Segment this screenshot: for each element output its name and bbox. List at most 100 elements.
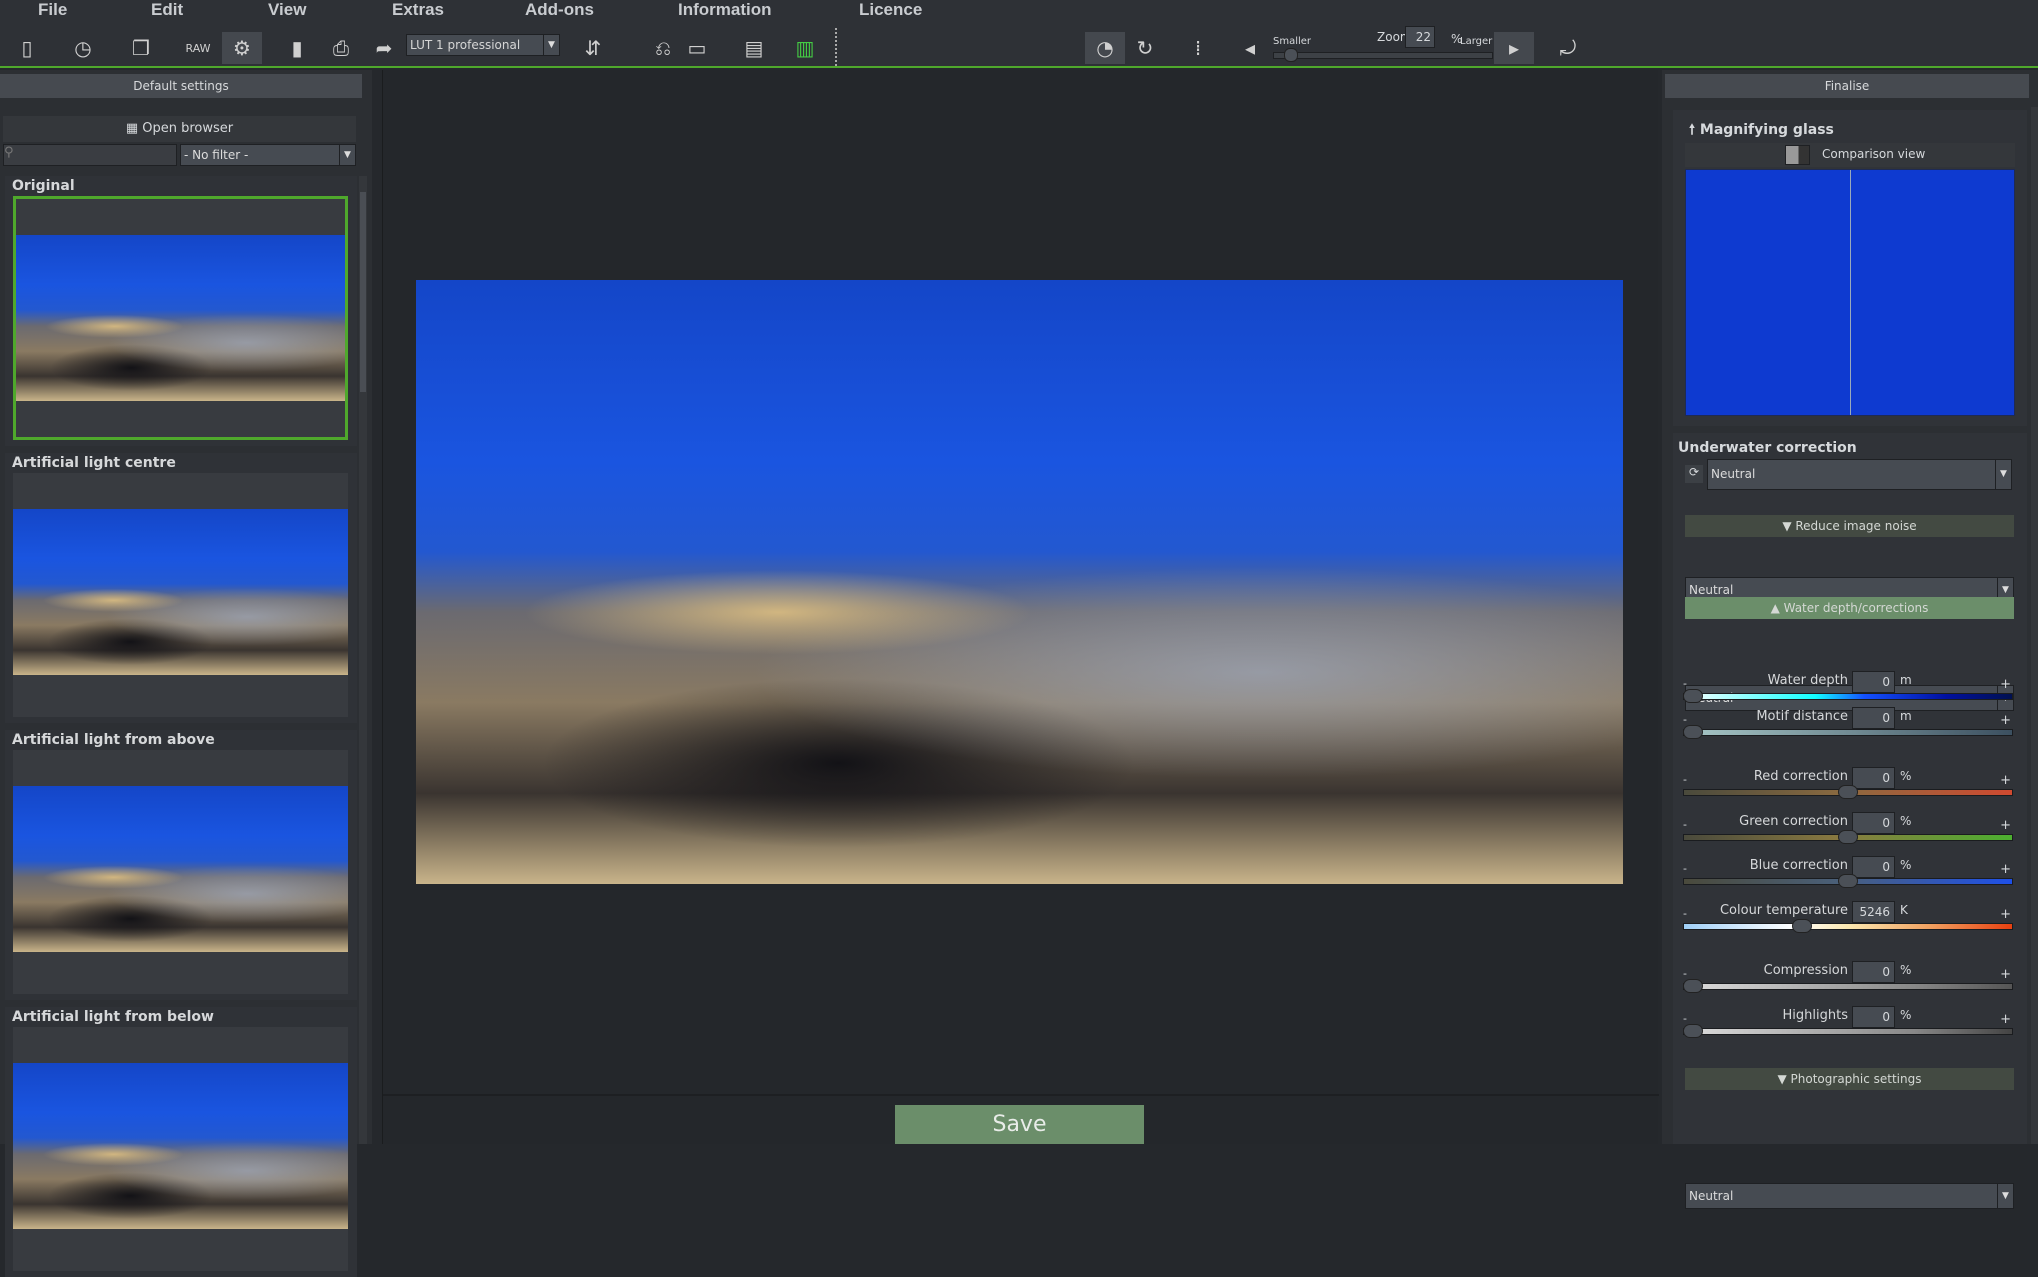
search-icon: ⚲ xyxy=(4,145,14,160)
comparison-toggle-row: Comparison view xyxy=(1685,143,2015,167)
zoom-slider[interactable] xyxy=(1273,48,1493,62)
noise-preset-value: Neutral xyxy=(1689,583,1734,597)
photo-preset-dropdown[interactable]: Neutral ▼ xyxy=(1685,1183,2014,1209)
info-icon[interactable]: ▤ xyxy=(738,32,770,64)
preset-thumbnail[interactable] xyxy=(13,750,348,994)
slider-thumb[interactable] xyxy=(1838,874,1858,888)
slider-value-input[interactable]: 0 xyxy=(1852,767,1895,789)
filter-dropdown[interactable]: - No filter - ▼ xyxy=(180,144,356,166)
slider-track[interactable] xyxy=(1683,923,2013,930)
apply-icon[interactable]: ⎌ xyxy=(647,32,679,64)
slider-track[interactable] xyxy=(1683,693,2013,700)
slider-thumb[interactable] xyxy=(1792,919,1812,933)
save-icon[interactable]: ▮ xyxy=(281,32,313,64)
slider-unit: K xyxy=(1900,903,1908,917)
water-depth-label: Water depth/corrections xyxy=(1783,601,1929,615)
menu-licence[interactable]: Licence xyxy=(859,0,922,22)
slider-track[interactable] xyxy=(1683,1028,2013,1035)
menu-extras[interactable]: Extras xyxy=(392,0,444,22)
preset-item[interactable]: Original xyxy=(5,176,357,446)
new-file-icon[interactable]: ▯ xyxy=(11,32,43,64)
history-icon[interactable]: ◷ xyxy=(67,32,99,64)
zoom-input[interactable]: 22 xyxy=(1405,26,1435,48)
redo-icon[interactable]: ↻ xyxy=(1129,32,1161,64)
slider-value-input[interactable]: 0 xyxy=(1852,812,1895,834)
batch-icon[interactable]: ❐ xyxy=(125,32,157,64)
slider-thumb[interactable] xyxy=(1683,979,1703,993)
auto-optimise-icon[interactable]: ◔ xyxy=(1085,32,1125,64)
menu-view[interactable]: View xyxy=(268,0,306,22)
slider-label: Compression xyxy=(1763,963,1848,978)
save-button[interactable]: Save xyxy=(895,1105,1144,1144)
slider-track[interactable] xyxy=(1683,729,2013,736)
slider-value-input[interactable]: 0 xyxy=(1852,856,1895,878)
minus-label: - xyxy=(1683,713,1687,726)
search-input[interactable]: ⚲ xyxy=(3,144,177,166)
lut-dropdown[interactable]: LUT 1 professional ▼ xyxy=(406,34,560,56)
underwater-preset-dropdown[interactable]: Neutral ▼ xyxy=(1707,459,2012,490)
slider-red-correction: Red correction 0 % - + xyxy=(1683,767,2013,814)
settings-gears-icon[interactable]: ⚙ xyxy=(222,32,262,64)
scrollbar-thumb[interactable] xyxy=(360,192,366,392)
share-icon[interactable]: ➦ xyxy=(368,32,400,64)
comparison-divider[interactable] xyxy=(1850,170,1851,415)
slider-value-input[interactable]: 0 xyxy=(1852,671,1895,693)
magnifier-title[interactable]: 🠕 Magnifying glass xyxy=(1689,119,1834,143)
chevron-down-icon: ▼ xyxy=(543,35,559,55)
preset-thumbnail-image xyxy=(13,786,348,952)
slider-label: Blue correction xyxy=(1749,858,1848,873)
split-view-icon[interactable]: ⁞ xyxy=(1182,32,1214,64)
slider-track[interactable] xyxy=(1683,983,2013,990)
menu-edit[interactable]: Edit xyxy=(151,0,183,22)
slider-label: Highlights xyxy=(1782,1008,1848,1023)
arrow-up-icon: 🠕 xyxy=(1689,122,1700,138)
zoom-out-icon[interactable]: ◂ xyxy=(1234,32,1266,64)
photo-preset-value: Neutral xyxy=(1689,1189,1734,1203)
slider-thumb[interactable] xyxy=(1838,785,1858,799)
preset-thumbnail[interactable] xyxy=(13,196,348,440)
raw-settings-icon[interactable]: RAW xyxy=(182,32,214,64)
water-depth-toggle[interactable]: ▲ Water depth/corrections xyxy=(1685,597,2014,619)
preset-label: Original xyxy=(12,178,75,194)
print-icon[interactable]: ⎙ xyxy=(325,32,357,64)
menu-addons[interactable]: Add-ons xyxy=(525,0,594,22)
preset-thumbnail[interactable] xyxy=(13,1027,348,1271)
slider-value-input[interactable]: 0 xyxy=(1852,707,1895,729)
zoom-in-icon[interactable]: ▸ xyxy=(1494,32,1534,64)
reset-icon[interactable]: ⟳ xyxy=(1685,465,1703,483)
slider-value-input[interactable]: 0 xyxy=(1852,961,1895,983)
slider-unit: % xyxy=(1900,769,1912,783)
right-scrollbar[interactable] xyxy=(2031,107,2038,1144)
slider-thumb[interactable] xyxy=(1683,1024,1703,1038)
rotate-crop-icon[interactable]: ⤾ xyxy=(1552,32,1584,64)
presets-scrollbar[interactable] xyxy=(359,176,367,1144)
slider-green-correction: Green correction 0 % - + xyxy=(1683,812,2013,859)
photographic-label: Photographic settings xyxy=(1790,1072,1922,1086)
preset-item[interactable]: Artificial light from below xyxy=(5,1007,357,1277)
zoom-slider-thumb[interactable] xyxy=(1284,48,1298,62)
slider-thumb[interactable] xyxy=(1683,725,1703,739)
preset-thumbnail[interactable] xyxy=(13,473,348,717)
preset-thumbnail-image xyxy=(16,235,345,401)
preset-item[interactable]: Artificial light from above xyxy=(5,730,357,1000)
minus-label: - xyxy=(1683,773,1687,786)
slider-value-input[interactable]: 0 xyxy=(1852,1006,1895,1028)
histogram-icon[interactable]: ▥ xyxy=(789,32,821,64)
slider-value-input[interactable]: 5246 xyxy=(1852,901,1895,923)
slider-thumb[interactable] xyxy=(1683,689,1703,703)
divider xyxy=(383,1094,1659,1096)
menu-information[interactable]: Information xyxy=(678,0,772,22)
slider-thumb[interactable] xyxy=(1838,830,1858,844)
menu-file[interactable]: File xyxy=(38,0,67,22)
preset-item[interactable]: Artificial light centre xyxy=(5,453,357,723)
compare-icon[interactable]: ▭ xyxy=(681,32,713,64)
photographic-settings-toggle[interactable]: ▼ Photographic settings xyxy=(1685,1068,2014,1090)
triangle-down-icon: ▼ xyxy=(1782,519,1796,533)
comparison-toggle[interactable] xyxy=(1785,145,1810,165)
reduce-noise-toggle[interactable]: ▼ Reduce image noise xyxy=(1685,515,2014,537)
open-browser-button[interactable]: ▦ Open browser xyxy=(3,116,356,142)
export-icon[interactable]: ⇵ xyxy=(577,32,609,64)
comparison-label: Comparison view xyxy=(1822,147,1926,161)
plus-label: + xyxy=(2000,907,2011,922)
triangle-up-icon: ▲ xyxy=(1770,601,1784,615)
